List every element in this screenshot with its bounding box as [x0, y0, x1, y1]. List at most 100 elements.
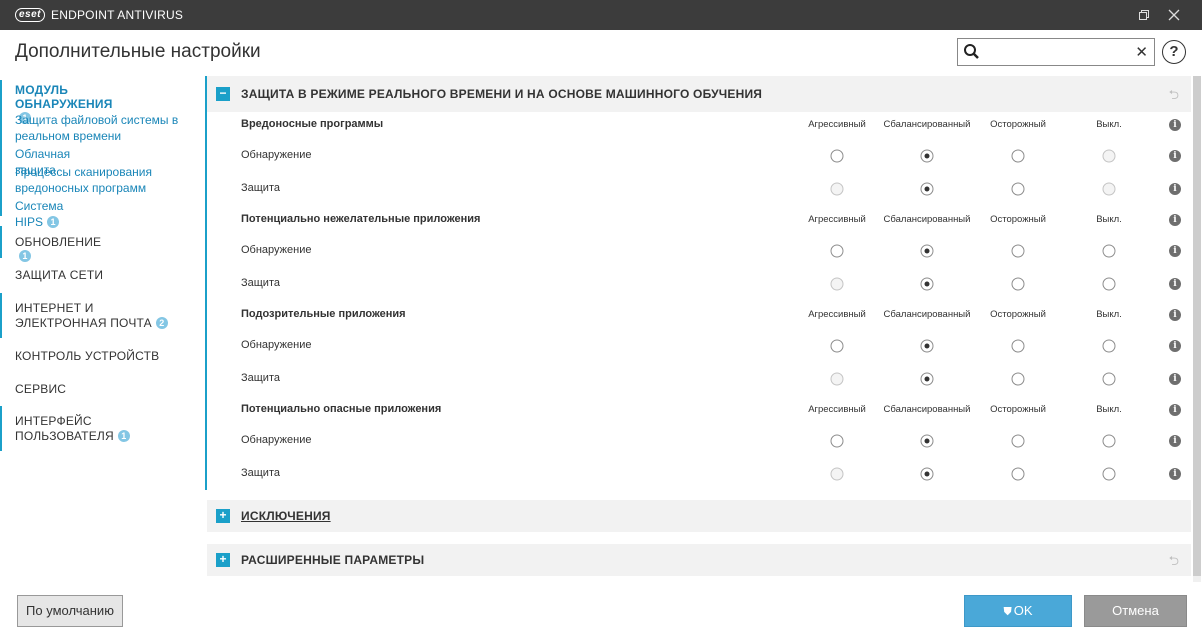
radio-button[interactable] — [830, 182, 844, 196]
section-title: ЗАЩИТА В РЕЖИМЕ РЕАЛЬНОГО ВРЕМЕНИ И НА О… — [241, 87, 763, 101]
sidebar: МОДУЛЬ ОБНАРУЖЕНИЯ 1 Защита файловой сист… — [0, 76, 200, 576]
radio-button[interactable] — [1102, 149, 1116, 162]
radio-button[interactable] — [1011, 467, 1025, 481]
radio-button[interactable] — [830, 244, 844, 257]
radio-button[interactable] — [920, 467, 934, 481]
radio-button[interactable] — [1011, 339, 1025, 352]
setting-label: Обнаружение — [241, 148, 312, 161]
setting-label: Защита — [241, 372, 280, 384]
radio-button[interactable] — [1102, 244, 1116, 257]
page-title: Дополнительные настройки — [15, 41, 261, 62]
radio-button[interactable] — [920, 149, 934, 162]
radio-button[interactable] — [920, 244, 934, 257]
radio-button[interactable] — [1102, 277, 1116, 291]
column-header: Агрессивный — [808, 119, 866, 130]
column-header: Выкл. — [1096, 309, 1122, 320]
radio-button[interactable] — [1102, 434, 1116, 447]
radio-button[interactable] — [1011, 277, 1025, 291]
setting-label: Защита — [241, 182, 280, 194]
ok-label: OK — [1013, 603, 1033, 618]
scrollbar-thumb[interactable] — [1193, 76, 1201, 576]
sidebar-subitem-realtime-fs[interactable]: Защита файловой системы в реальном време… — [15, 112, 185, 144]
radio-button[interactable] — [830, 339, 844, 352]
info-icon[interactable]: i — [1169, 309, 1181, 321]
sidebar-subitem-scans[interactable]: Процессы сканирования вредоносных програ… — [15, 164, 175, 196]
column-header: Агрессивный — [808, 404, 866, 415]
radio-button[interactable] — [920, 277, 934, 291]
ok-button[interactable]: ⛊ OK — [964, 595, 1072, 627]
notification-badge: 1 — [117, 430, 130, 442]
radio-button[interactable] — [1102, 372, 1116, 386]
radio-button[interactable] — [920, 434, 934, 447]
column-header: Выкл. — [1096, 119, 1122, 130]
sidebar-group-web: ИНТЕРНЕТ И ЭЛЕКТРОННАЯ ПОЧТА 2 — [0, 293, 168, 338]
column-header: Сбалансированный — [883, 119, 971, 130]
radio-button[interactable] — [830, 434, 844, 447]
sidebar-subitem-hips[interactable]: Система HIPS 1 — [15, 198, 63, 230]
help-icon[interactable]: ? — [1162, 40, 1186, 64]
info-icon[interactable]: i — [1169, 278, 1181, 290]
radio-button[interactable] — [1011, 244, 1025, 257]
info-icon[interactable]: i — [1169, 244, 1181, 257]
info-icon[interactable]: i — [1169, 373, 1181, 385]
radio-button[interactable] — [830, 149, 844, 162]
sidebar-item-web[interactable]: ИНТЕРНЕТ И ЭЛЕКТРОННАЯ ПОЧТА 2 — [15, 301, 185, 331]
eset-logo: eset — [15, 8, 46, 22]
collapse-icon[interactable]: − — [216, 87, 230, 101]
radio-button[interactable] — [1011, 149, 1025, 162]
column-header: Агрессивный — [808, 309, 866, 320]
section-header-realtime[interactable]: − ЗАЩИТА В РЕЖИМЕ РЕАЛЬНОГО ВРЕМЕНИ И НА… — [207, 76, 1191, 112]
revert-icon[interactable]: ⮌ — [1169, 552, 1179, 574]
sidebar-item-service[interactable]: СЕРВИС — [15, 382, 66, 396]
expand-icon[interactable]: + — [216, 509, 230, 523]
radio-button[interactable] — [1102, 467, 1116, 481]
sidebar-item-ui[interactable]: ИНТЕРФЕЙС ПОЛЬЗОВАТЕЛЯ 1 — [15, 414, 175, 444]
radio-button[interactable] — [920, 372, 934, 386]
search-field[interactable]: ✕ — [957, 38, 1155, 66]
radio-button[interactable] — [830, 277, 844, 291]
close-icon[interactable] — [1165, 6, 1183, 24]
column-header: Осторожный — [990, 214, 1046, 225]
section-header-exclusions[interactable]: + ИСКЛЮЧЕНИЯ — [207, 500, 1191, 532]
sidebar-item-label: ИНТЕРФЕЙС ПОЛЬЗОВАТЕЛЯ — [15, 414, 114, 443]
expand-icon[interactable]: + — [216, 553, 230, 567]
default-button[interactable]: По умолчанию — [17, 595, 123, 627]
info-icon[interactable]: i — [1169, 214, 1181, 226]
notification-badge: 1 — [19, 250, 31, 262]
sidebar-item-label: ОБНОВЛЕНИЕ — [15, 235, 102, 249]
radio-button[interactable] — [1011, 434, 1025, 447]
revert-icon[interactable]: ⮌ — [1169, 86, 1179, 108]
radio-button[interactable] — [1102, 339, 1116, 352]
sidebar-item-update[interactable]: ОБНОВЛЕНИЕ1 — [15, 235, 101, 263]
info-icon[interactable]: i — [1169, 404, 1181, 416]
notification-badge: 1 — [47, 216, 60, 228]
info-icon[interactable]: i — [1169, 339, 1181, 352]
search-icon — [962, 42, 982, 62]
clear-search-icon[interactable]: ✕ — [1135, 43, 1148, 61]
search-input[interactable] — [986, 42, 1126, 62]
column-header: Сбалансированный — [883, 214, 971, 225]
group-title: Подозрительные приложения — [241, 308, 406, 320]
radio-button[interactable] — [920, 182, 934, 196]
info-icon[interactable]: i — [1169, 119, 1181, 131]
radio-button[interactable] — [830, 372, 844, 386]
sidebar-group-ui: ИНТЕРФЕЙС ПОЛЬЗОВАТЕЛЯ 1 — [0, 406, 130, 451]
sidebar-item-network[interactable]: ЗАЩИТА СЕТИ — [15, 268, 103, 282]
radio-button[interactable] — [1011, 372, 1025, 386]
restore-icon[interactable] — [1135, 6, 1153, 24]
info-icon[interactable]: i — [1169, 183, 1181, 195]
setting-label: Обнаружение — [241, 338, 312, 351]
notification-badge: 2 — [155, 317, 168, 329]
sidebar-item-label: МОДУЛЬ ОБНАРУЖЕНИЯ — [15, 83, 113, 111]
radio-button[interactable] — [1011, 182, 1025, 196]
radio-button[interactable] — [1102, 182, 1116, 196]
cancel-button[interactable]: Отмена — [1084, 595, 1187, 627]
section-header-advanced[interactable]: + РАСШИРЕННЫЕ ПАРАМЕТРЫ ⮌ — [207, 544, 1191, 576]
group-title: Потенциально опасные приложения — [241, 403, 442, 415]
info-icon[interactable]: i — [1169, 149, 1181, 162]
radio-button[interactable] — [920, 339, 934, 352]
radio-button[interactable] — [830, 467, 844, 481]
info-icon[interactable]: i — [1169, 468, 1181, 480]
sidebar-item-devices[interactable]: КОНТРОЛЬ УСТРОЙСТВ — [15, 349, 159, 363]
info-icon[interactable]: i — [1169, 434, 1181, 447]
